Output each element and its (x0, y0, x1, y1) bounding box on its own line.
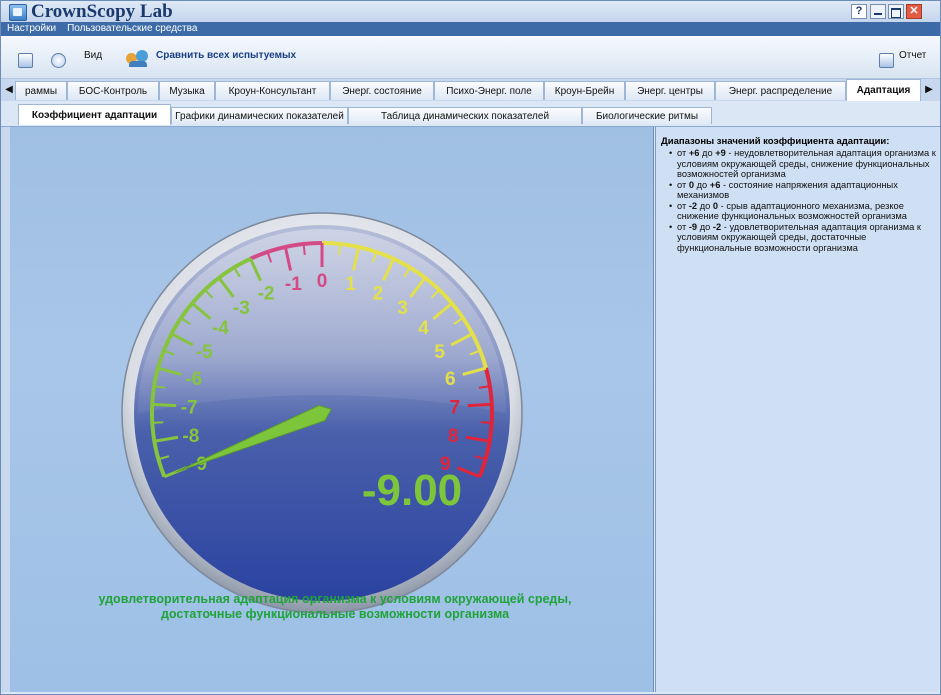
gauge-tick-label: -7 (181, 397, 198, 418)
legend-item: от -9 до -2 - удовлетворительная адаптац… (661, 222, 936, 254)
gauge-panel: -9-8-7-6-5-4-3-2-10123456789 -9.00 удовл… (10, 127, 654, 692)
app-window: CrownScopy Lab ? ✕ Настройки Пользовател… (0, 0, 941, 695)
tab-crown-consultant[interactable]: Кроун-Консультант (215, 81, 330, 100)
gauge-tick-label: -2 (258, 283, 275, 304)
print-icon[interactable] (18, 53, 33, 68)
tab-music[interactable]: Музыка (159, 81, 215, 100)
tab-dynamic-table[interactable]: Таблица динамических показателей (348, 107, 582, 124)
gauge-tick-label: -5 (196, 342, 213, 363)
gauge-tick-label: -6 (185, 369, 202, 390)
main-tab-bar: ◀ раммы БОС-Контроль Музыка Кроун-Консул… (1, 79, 940, 102)
legend-item: от +6 до +9 - неудовлетворительная адапт… (661, 148, 936, 180)
gauge-minor-tick (480, 421, 492, 424)
tab-energy-distribution[interactable]: Энерг. распределение (715, 81, 846, 100)
gauge-tick-label: 7 (450, 397, 461, 418)
gauge-tick-label: 8 (448, 426, 459, 447)
legend-item: от 0 до +6 - состояние напряжения адапта… (661, 180, 936, 201)
close-button[interactable]: ✕ (906, 4, 922, 19)
sub-tab-bar: Коэффициент адаптации Графики динамическ… (1, 101, 940, 127)
tab-adaptation-coefficient[interactable]: Коэффициент адаптации (18, 104, 171, 125)
maximize-button[interactable] (888, 4, 904, 19)
tab-programs[interactable]: раммы (15, 81, 67, 100)
tab-scroll-right[interactable]: ▶ (922, 81, 936, 99)
tab-crown-brain[interactable]: Кроун-Брейн (544, 81, 625, 100)
gauge-tick-label: 5 (434, 342, 445, 363)
gauge-minor-tick (302, 243, 306, 256)
adaptation-result-caption: удовлетворительная адаптация организма к… (70, 592, 600, 622)
gauge-tick-label: -4 (212, 318, 229, 339)
legend-title: Диапазоны значений коэффициента адаптаци… (661, 136, 890, 147)
tab-energy-centers[interactable]: Энерг. центры (625, 81, 715, 100)
panel-edge (1, 127, 10, 692)
report-icon[interactable] (879, 53, 894, 68)
compare-all-subjects-button[interactable]: Сравнить всех испытуемых (156, 45, 296, 67)
gauge-tick-label: 3 (397, 298, 408, 319)
tab-bos-control[interactable]: БОС-Контроль (67, 81, 159, 100)
toolbar: Вид Сравнить всех испытуемых Отчет (1, 36, 940, 79)
tab-adaptation[interactable]: Адаптация (846, 79, 921, 101)
legend-item: от -2 до 0 - срыв адаптационного механиз… (661, 201, 936, 222)
gauge-tick-label: 1 (345, 274, 356, 295)
report-button[interactable]: Отчет (899, 45, 926, 67)
minimize-icon (874, 13, 882, 15)
app-icon (9, 4, 27, 21)
gauge-major-tick (467, 402, 492, 408)
tab-biological-rhythms[interactable]: Биологические ритмы (582, 107, 712, 124)
menu-bar: Настройки Пользовательские средства (1, 22, 940, 36)
gauge-tick-label: 2 (373, 283, 384, 304)
info-icon[interactable] (51, 53, 66, 68)
window-title: CrownScopy Lab (31, 1, 173, 22)
legend-panel: Диапазоны значений коэффициента адаптаци… (655, 127, 939, 692)
tab-dynamic-charts[interactable]: Графики динамических показателей (171, 107, 348, 124)
menu-settings[interactable]: Настройки (3, 22, 60, 36)
gauge-tick-label: 0 (317, 271, 328, 292)
tab-scroll-left[interactable]: ◀ (3, 81, 15, 99)
gauge-minor-tick (152, 421, 164, 424)
caption-line-2: достаточные функциональные возможности о… (160, 607, 510, 621)
view-button[interactable]: Вид (84, 45, 102, 67)
gauge-major-tick (152, 402, 177, 408)
close-icon: ✕ (909, 5, 919, 17)
gauge-tick-label: 6 (445, 369, 456, 390)
gauge-tick-label: -1 (285, 274, 302, 295)
help-button[interactable]: ? (851, 4, 867, 19)
gauge-minor-tick (338, 243, 342, 256)
gauge-value: -9.00 (362, 466, 462, 515)
tab-energy-state[interactable]: Энерг. состояние (330, 81, 434, 100)
compare-users-icon (126, 50, 152, 68)
gauge-tick-label: -3 (233, 298, 250, 319)
gauge-tick-label: -8 (182, 426, 199, 447)
caption-line-1: удовлетворительная адаптация организма к… (98, 592, 572, 606)
minimize-button[interactable] (870, 4, 886, 19)
menu-user-tools[interactable]: Пользовательские средства (63, 22, 201, 36)
tab-psycho-energy-field[interactable]: Психо-Энерг. поле (434, 81, 544, 100)
title-bar: CrownScopy Lab ? ✕ (1, 1, 940, 23)
legend-list: от +6 до +9 - неудовлетворительная адапт… (661, 148, 936, 253)
gauge-tick-label: 4 (418, 318, 429, 339)
maximize-icon (891, 8, 901, 18)
